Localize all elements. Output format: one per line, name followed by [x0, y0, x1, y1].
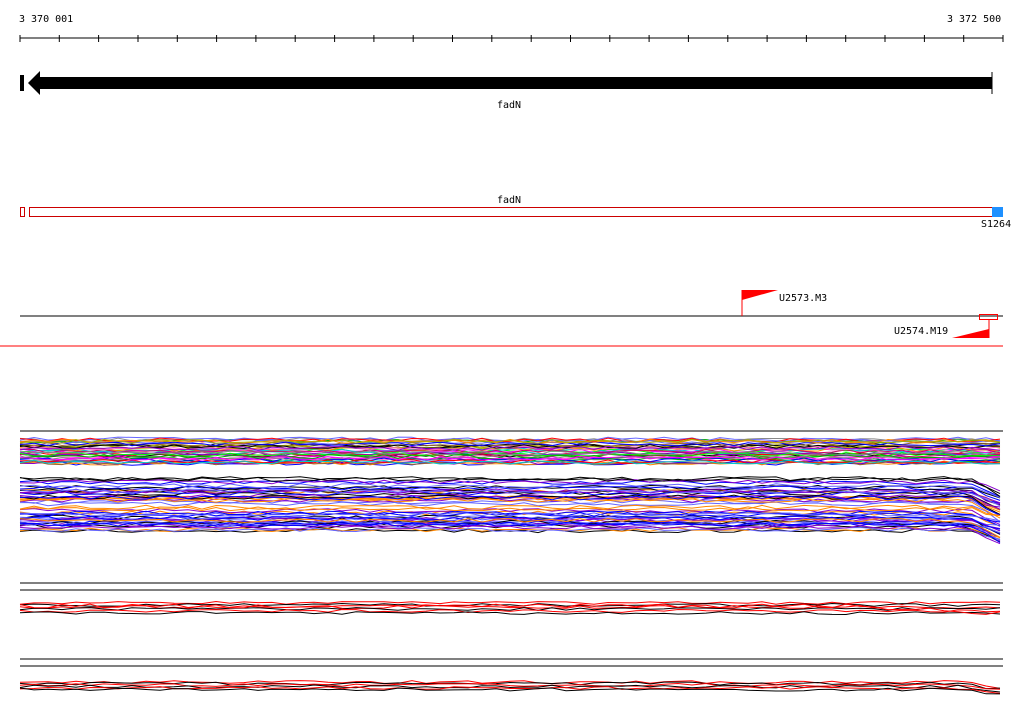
ruler: [19, 35, 1004, 42]
s1264-block[interactable]: [992, 207, 1003, 217]
expression-track-3: [19, 582, 1003, 616]
expression-track-1: [19, 430, 1003, 466]
feature-marker-u2574[interactable]: [952, 314, 998, 339]
expression-track-4: [19, 658, 1003, 695]
transcript-fadn[interactable]: [20, 207, 1004, 217]
gene-arrow-fadn[interactable]: [20, 71, 993, 95]
expression-track-2: [19, 476, 1001, 545]
genome-browser-canvas: [0, 35, 1004, 695]
feature-track: [0, 290, 1003, 347]
feature-marker-u2573[interactable]: [741, 290, 778, 316]
